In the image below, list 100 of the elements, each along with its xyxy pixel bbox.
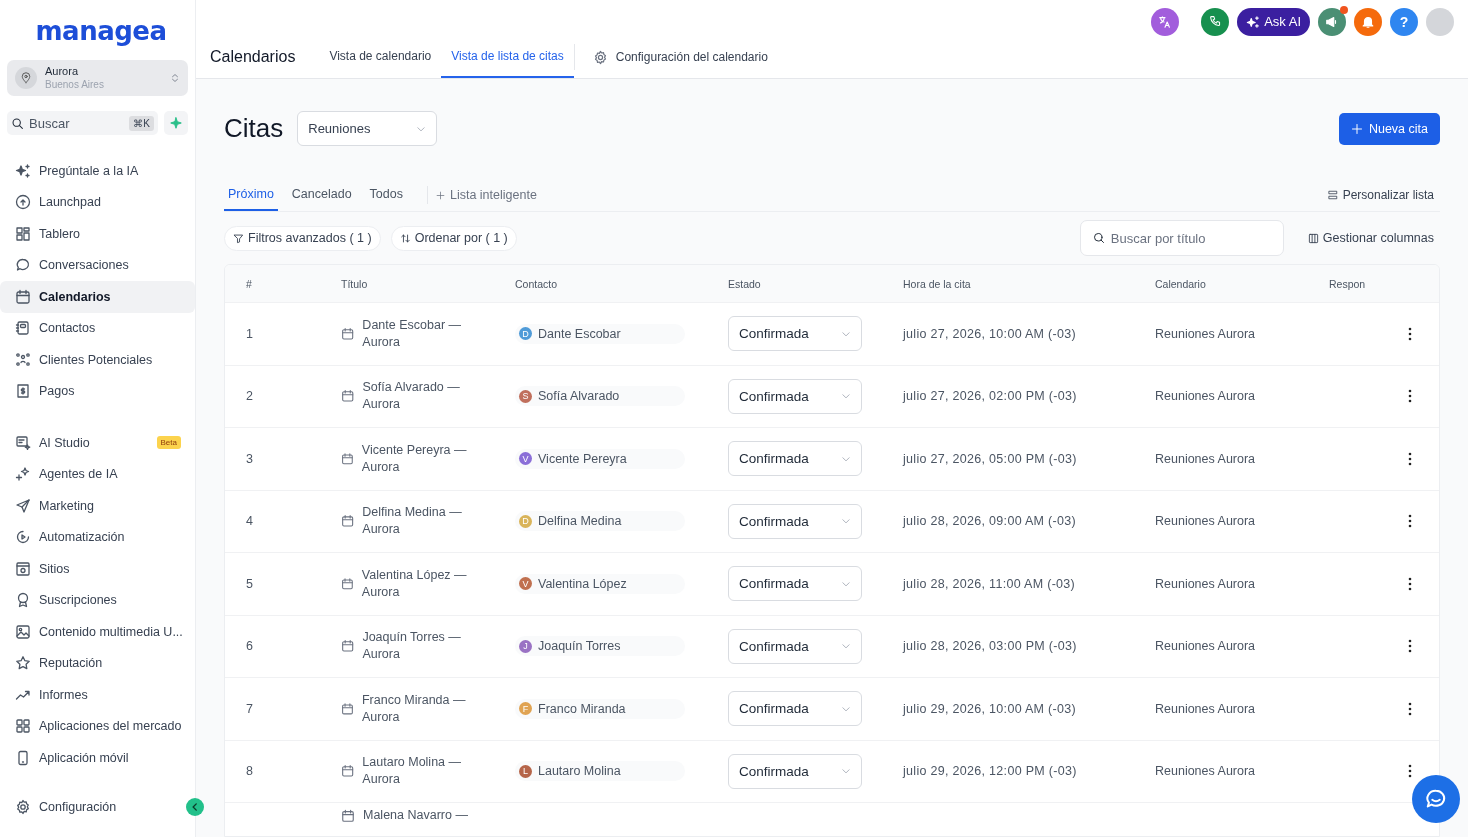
calendar-dropdown[interactable]: Reuniones — [297, 111, 438, 146]
kebab-icon — [1408, 701, 1412, 716]
filter-button[interactable]: Filtros avanzados ( 1 ) — [224, 225, 381, 251]
sidebar-item[interactable]: Conversaciones — [0, 249, 195, 281]
address-book-icon — [15, 320, 31, 337]
appointment-time: julio 28, 2026, 03:00 PM (-03) — [903, 639, 1078, 654]
list-settings-icon — [1327, 190, 1338, 200]
contact-chip[interactable]: D Dante Escobar — [515, 323, 685, 344]
sidebar-item[interactable]: Pagos — [0, 375, 195, 407]
kebab-icon — [1408, 576, 1412, 591]
contact-chip[interactable]: V Vicente Pereyra — [515, 448, 685, 469]
sidebar-item[interactable]: Contenido multimedia U... — [0, 616, 195, 648]
calendar-name: Reuniones Aurora — [1155, 514, 1257, 529]
status-dropdown[interactable]: Confirmada — [728, 566, 862, 602]
sidebar-item[interactable]: Reputación — [0, 647, 195, 679]
more-options-button[interactable] — [1408, 451, 1412, 466]
appointment-time: julio 29, 2026, 10:00 AM (-03) — [903, 701, 1077, 716]
status-dropdown[interactable]: Confirmada — [728, 628, 862, 664]
star-icon — [15, 655, 31, 672]
row-number: 7 — [245, 701, 254, 716]
plus-icon — [1350, 122, 1363, 135]
phone-button[interactable] — [1201, 7, 1230, 36]
appointment-title: Delfina Medina — Aurora — [362, 504, 463, 539]
phone-icon — [1208, 15, 1222, 28]
sidebar-item[interactable]: Configuración — [0, 791, 186, 823]
sidebar-item[interactable]: Tablero — [0, 218, 195, 250]
row-number: 3 — [245, 451, 254, 466]
translate-button[interactable] — [1151, 7, 1180, 36]
status-dropdown[interactable]: Confirmada — [728, 503, 862, 539]
more-options-button[interactable] — [1408, 701, 1412, 716]
more-options-button[interactable] — [1408, 639, 1412, 654]
view-tab[interactable]: Vista de lista de citas — [441, 36, 574, 78]
sidebar-item[interactable]: Aplicación móvil — [0, 742, 195, 774]
smart-list-button[interactable]: Lista inteligente — [435, 179, 537, 211]
search-box[interactable]: Buscar ⌘K — [7, 111, 158, 135]
more-options-button[interactable] — [1408, 514, 1412, 529]
list-tab[interactable]: Cancelado — [287, 179, 356, 211]
sidebar-item[interactable]: Calendarios — [0, 281, 195, 313]
paper-plane-icon — [15, 497, 31, 514]
calendar-settings-link[interactable]: Configuración del calendario — [582, 36, 778, 78]
sidebar-item[interactable]: Sitios — [0, 553, 195, 585]
new-appointment-button[interactable]: Nueva cita — [1338, 112, 1440, 145]
sidebar-item[interactable]: Automatización — [0, 521, 195, 553]
appointment-title: Valentina López — Aurora — [361, 566, 468, 601]
more-options-button[interactable] — [1408, 326, 1412, 341]
browser-icon — [15, 560, 31, 577]
calendar-icon — [341, 764, 355, 779]
manage-columns-button[interactable]: Gestionar columnas — [1307, 231, 1434, 245]
column-header: Calendario — [1155, 277, 1207, 290]
contact-chip[interactable]: D Delfina Medina — [515, 511, 685, 532]
chat-bubble-icon — [15, 257, 31, 274]
contact-chip[interactable]: F Franco Miranda — [515, 698, 685, 719]
contact-chip[interactable]: V Valentina López — [515, 573, 685, 594]
megaphone-icon — [1325, 14, 1339, 29]
more-options-button[interactable] — [1408, 576, 1412, 591]
notifications-button[interactable] — [1354, 7, 1382, 36]
sidebar-item[interactable]: Suscripciones — [0, 584, 195, 616]
sidebar-item[interactable]: Contactos — [0, 312, 195, 344]
calendar-icon — [341, 808, 355, 823]
status-dropdown[interactable]: Confirmada — [728, 441, 862, 477]
settings-icon — [592, 49, 608, 65]
sidebar-item[interactable]: Marketing — [0, 490, 195, 522]
collapse-sidebar-button[interactable] — [186, 798, 204, 817]
status-dropdown[interactable]: Confirmada — [728, 316, 862, 352]
contact-chip[interactable]: L Lautaro Molina — [515, 761, 685, 782]
pin-icon — [20, 72, 32, 84]
row-number: 5 — [245, 576, 254, 591]
chat-support-button[interactable] — [1412, 775, 1460, 823]
contact-avatar: V — [519, 452, 532, 466]
sidebar-item[interactable]: Agentes de IA — [0, 458, 195, 490]
sidebar-item[interactable]: Launchpad — [0, 186, 195, 218]
more-options-button[interactable] — [1408, 389, 1412, 404]
filter-icon — [233, 232, 244, 244]
search-field[interactable]: Buscar — [29, 115, 119, 131]
title-search-field[interactable]: Buscar por título — [1110, 230, 1271, 246]
title-search-box[interactable]: Buscar por título — [1079, 220, 1284, 256]
status-dropdown[interactable]: Confirmada — [728, 378, 862, 414]
more-options-button[interactable] — [1408, 764, 1412, 779]
sort-icon — [399, 232, 411, 244]
ask-ai-button[interactable]: Ask AI — [1237, 7, 1310, 36]
contact-chip[interactable]: S Sofía Alvarado — [515, 386, 685, 407]
sidebar-item[interactable]: Aplicaciones del mercado — [0, 710, 195, 742]
account-switcher[interactable]: Aurora Buenos Aires — [7, 60, 188, 96]
sidebar-item[interactable]: Pregúntale a la IA — [0, 155, 195, 187]
list-tab[interactable]: Todos — [365, 179, 407, 211]
appointment-title: Sofía Alvarado — Aurora — [362, 379, 461, 414]
view-tab[interactable]: Vista de calendario — [319, 36, 442, 78]
sort-button[interactable]: Ordenar por ( 1 ) — [390, 225, 517, 251]
announcements-button[interactable] — [1318, 7, 1346, 36]
status-dropdown[interactable]: Confirmada — [728, 753, 862, 789]
sidebar-item[interactable]: AI Studio Beta — [0, 427, 195, 459]
apps-grid-icon — [15, 718, 31, 735]
sidebar-item[interactable]: Clientes Potenciales — [0, 344, 195, 376]
list-tab[interactable]: Próximo — [224, 179, 278, 211]
customize-list-button[interactable]: Personalizar lista — [1327, 179, 1434, 211]
sidebar-item[interactable]: Informes — [0, 679, 195, 711]
contact-chip[interactable]: J Joaquín Torres — [515, 636, 685, 657]
status-dropdown[interactable]: Confirmada — [728, 691, 862, 727]
calendar-name: Reuniones Aurora — [1155, 701, 1257, 716]
help-button[interactable]: ? — [1390, 7, 1418, 36]
